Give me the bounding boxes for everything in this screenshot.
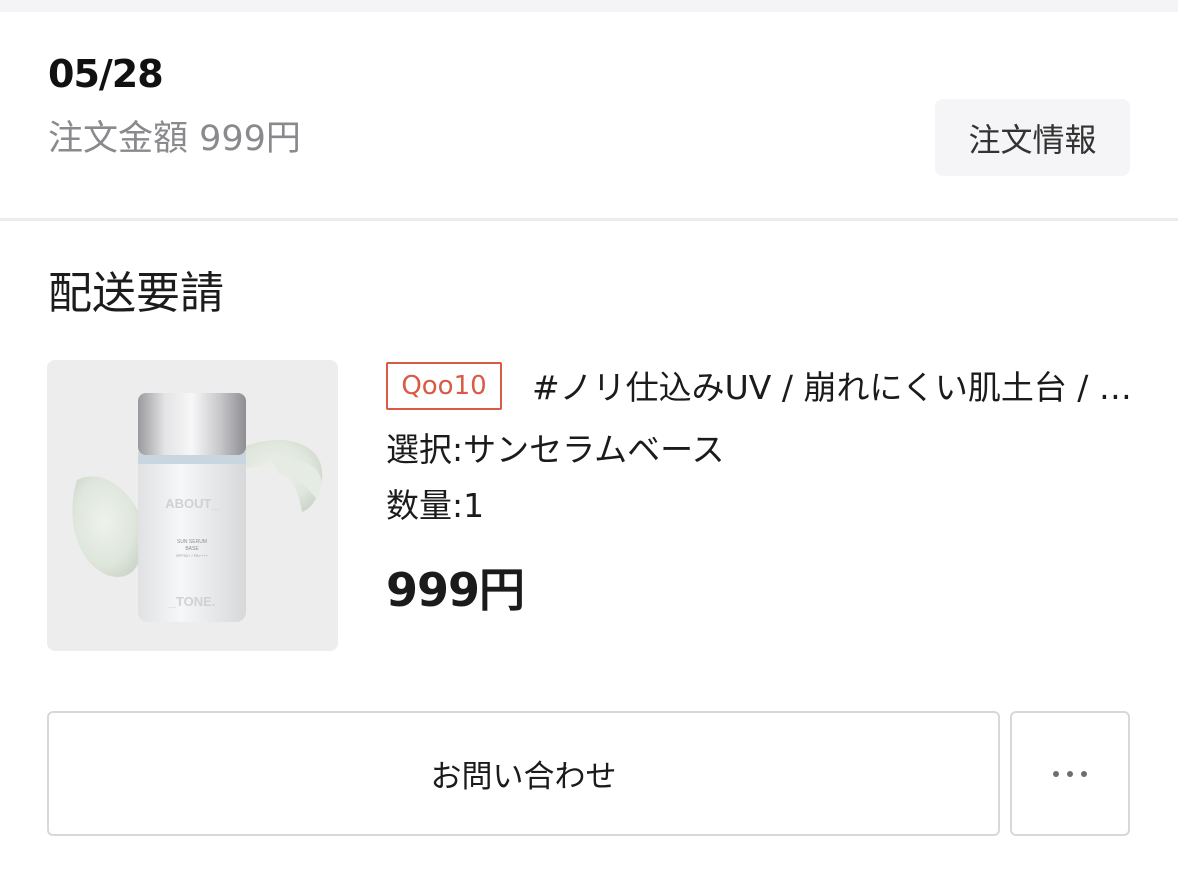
- order-amount: 注文金額 999円: [48, 119, 301, 159]
- bottle-line1: SUN SERUM: [177, 539, 207, 545]
- product-photo: ABOUT_ SUN SERUM BASE SPF50+ / PA++++ _T…: [72, 393, 323, 622]
- product-price: 999円: [386, 563, 525, 617]
- product-option: 選択:サンセラムベース: [386, 430, 725, 469]
- order-info-button[interactable]: 注文情報: [935, 99, 1130, 176]
- ellipsis-icon: [1053, 770, 1087, 777]
- bottle-line3: SPF50+ / PA++++: [176, 553, 209, 558]
- product-image[interactable]: ABOUT_ SUN SERUM BASE SPF50+ / PA++++ _T…: [47, 360, 338, 651]
- top-band: [0, 0, 1178, 12]
- section-divider: [0, 218, 1178, 221]
- product-name[interactable]: #ノリ仕込みUV / 崩れにくい肌土台 / 化粧持ち / トーンアップ / 日焼…: [532, 366, 1132, 410]
- section-title: 配送要請: [48, 268, 224, 319]
- mall-badge: Qoo10: [386, 362, 502, 410]
- bottle-brand-bottom: _TONE.: [168, 594, 216, 609]
- product-quantity: 数量:1: [386, 486, 485, 525]
- bottle-line2: BASE: [185, 546, 199, 552]
- more-options-button[interactable]: [1010, 711, 1130, 836]
- bottle-brand-top: ABOUT_: [165, 496, 219, 511]
- order-date: 05/28: [48, 52, 164, 96]
- inquiry-button[interactable]: お問い合わせ: [47, 711, 1000, 836]
